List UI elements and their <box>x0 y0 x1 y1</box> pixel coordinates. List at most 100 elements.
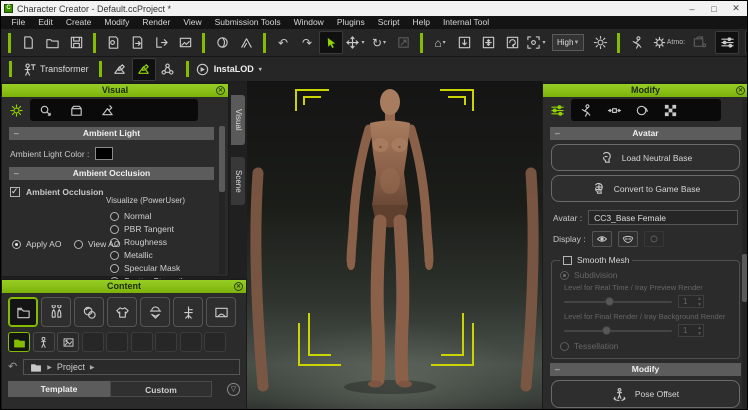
menu-edit[interactable]: Edit <box>32 16 60 29</box>
send-to-button[interactable] <box>149 31 173 54</box>
visual-panel-scrollbar[interactable] <box>219 126 225 274</box>
move-tool-button[interactable]: ▾ <box>343 31 367 54</box>
modify-panel-scrollbar[interactable] <box>742 100 747 410</box>
close-icon[interactable]: ✕ <box>234 282 243 291</box>
camera-frame-all-button[interactable] <box>476 31 500 54</box>
camera-fit-button[interactable] <box>452 31 476 54</box>
category-material-button[interactable] <box>74 297 104 327</box>
export-button[interactable] <box>125 31 149 54</box>
subcategory-empty-slot[interactable] <box>204 332 226 352</box>
texture-checker-icon[interactable] <box>663 103 678 118</box>
collapse-icon[interactable]: – <box>14 127 19 140</box>
category-accessory-button[interactable] <box>140 297 170 327</box>
rotate-tool-button[interactable]: ↻ ▾ <box>367 31 391 54</box>
apply-ao-radio[interactable]: Apply AO <box>12 239 61 249</box>
new-project-button[interactable] <box>16 31 40 54</box>
convert-to-game-base-button[interactable]: Convert to Game Base <box>551 175 740 202</box>
morph-icon[interactable] <box>607 103 622 118</box>
category-project-button[interactable] <box>8 297 38 327</box>
collapse-icon[interactable]: – <box>555 363 560 376</box>
tab-attribute[interactable] <box>547 100 567 120</box>
avatar-name-field[interactable] <box>588 210 738 225</box>
instalod-button[interactable]: InstaLOD ▾ <box>195 62 262 77</box>
display-visibility-button[interactable] <box>592 231 612 247</box>
spinner-arrows-icon[interactable]: ▲▼ <box>697 325 702 337</box>
open-project-button[interactable] <box>40 31 64 54</box>
avatar-section-header[interactable]: – Avatar <box>550 127 741 140</box>
render-settings-button[interactable] <box>715 31 739 54</box>
visualize-option-pbr-tangent[interactable]: PBR Tangent <box>110 224 185 234</box>
expand-chevron-icon[interactable]: ▽ <box>227 383 240 396</box>
collapse-icon[interactable]: – <box>14 167 19 180</box>
undo-button[interactable]: ↶ <box>271 31 295 54</box>
select-tool-button[interactable] <box>319 31 343 54</box>
side-tab-scene[interactable]: Scene <box>231 157 245 205</box>
atmosphere-button[interactable]: Atmo: <box>649 31 687 54</box>
category-actor-button[interactable] <box>41 297 71 327</box>
spinner-arrows-icon[interactable]: ▲▼ <box>697 296 702 308</box>
visualize-option-roughness[interactable]: Roughness <box>110 237 185 247</box>
subcategory-empty-slot[interactable] <box>106 332 128 352</box>
tab-template[interactable]: Template <box>8 381 110 397</box>
modify-panel-header[interactable]: Modify ✕ <box>543 84 748 97</box>
load-neutral-base-button[interactable]: Load Neutral Base <box>551 144 740 171</box>
subdivision-radio[interactable]: Subdivision <box>560 270 731 280</box>
maximize-button[interactable]: □ <box>703 1 725 16</box>
transformer-button[interactable]: Transformer <box>18 58 93 81</box>
subcategory-empty-slot[interactable] <box>82 332 104 352</box>
level-realtime-spinbox[interactable]: 1 ▲▼ <box>678 295 704 308</box>
media-export-button[interactable] <box>173 31 197 54</box>
tab-display-settings[interactable] <box>6 100 26 120</box>
preview-light-button[interactable] <box>588 31 612 54</box>
category-cloth-button[interactable] <box>107 297 137 327</box>
redo-button[interactable]: ↷ <box>295 31 319 54</box>
iray-render-button[interactable] <box>687 31 711 54</box>
menu-create[interactable]: Create <box>59 16 98 29</box>
viewport-3d[interactable] <box>247 81 542 410</box>
render-character-button[interactable] <box>625 31 649 54</box>
menu-render[interactable]: Render <box>136 16 177 29</box>
camera-orbit-button[interactable] <box>500 31 524 54</box>
breadcrumb-project[interactable]: Project <box>57 362 85 372</box>
edit-mesh-button[interactable] <box>108 58 132 81</box>
menu-plugins[interactable]: Plugins <box>330 16 371 29</box>
lamp-icon[interactable] <box>38 103 53 118</box>
minimize-button[interactable]: – <box>681 1 703 16</box>
edit-pose-button[interactable] <box>132 58 156 81</box>
side-tab-visual[interactable]: Visual <box>231 95 245 145</box>
visual-panel-header[interactable]: Visual ✕ <box>2 84 228 97</box>
level-final-slider[interactable] <box>564 330 672 332</box>
mesh-edit-icon[interactable] <box>100 103 115 118</box>
subcategory-avatar-button[interactable] <box>33 332 55 352</box>
category-furniture-button[interactable] <box>173 297 203 327</box>
back-icon[interactable]: ↶ <box>8 362 17 373</box>
import-button[interactable] <box>101 31 125 54</box>
tessellation-radio[interactable]: Tessellation <box>560 341 731 351</box>
menu-submission-tools[interactable]: Submission Tools <box>208 16 287 29</box>
online-content-button[interactable] <box>210 31 234 54</box>
menu-window[interactable]: Window <box>287 16 330 29</box>
home-camera-button[interactable]: ⌂ ▾ <box>428 31 452 54</box>
subcategory-empty-slot[interactable] <box>131 332 153 352</box>
breadcrumb[interactable]: ▶ Project ▶ <box>23 359 240 375</box>
ambient-occlusion-section-header[interactable]: – Ambient Occlusion <box>9 167 214 180</box>
view-ao-radio[interactable]: View AO <box>74 239 120 249</box>
visualize-option-specular-mask[interactable]: Specular Mask <box>110 263 185 273</box>
close-icon[interactable]: ✕ <box>736 86 745 95</box>
visualize-option-normal[interactable]: Normal <box>110 211 185 221</box>
smooth-mesh-checkbox[interactable] <box>563 256 572 265</box>
close-button[interactable]: ✕ <box>725 1 747 16</box>
animation-person-icon[interactable] <box>579 103 594 118</box>
content-panel-header[interactable]: Content ✕ <box>2 280 246 293</box>
menu-help[interactable]: Help <box>406 16 436 29</box>
menu-modify[interactable]: Modify <box>98 16 136 29</box>
subcategory-image-button[interactable] <box>57 332 79 352</box>
pose-offset-button[interactable]: Pose Offset <box>551 380 740 408</box>
subcategory-all-button[interactable] <box>8 332 30 352</box>
category-stage-button[interactable] <box>206 297 236 327</box>
level-final-spinbox[interactable]: 1 ▲▼ <box>678 324 704 337</box>
subcategory-empty-slot[interactable] <box>155 332 177 352</box>
menu-file[interactable]: File <box>5 16 32 29</box>
gumball-button[interactable] <box>156 58 180 81</box>
scale-tool-button[interactable] <box>391 31 415 54</box>
